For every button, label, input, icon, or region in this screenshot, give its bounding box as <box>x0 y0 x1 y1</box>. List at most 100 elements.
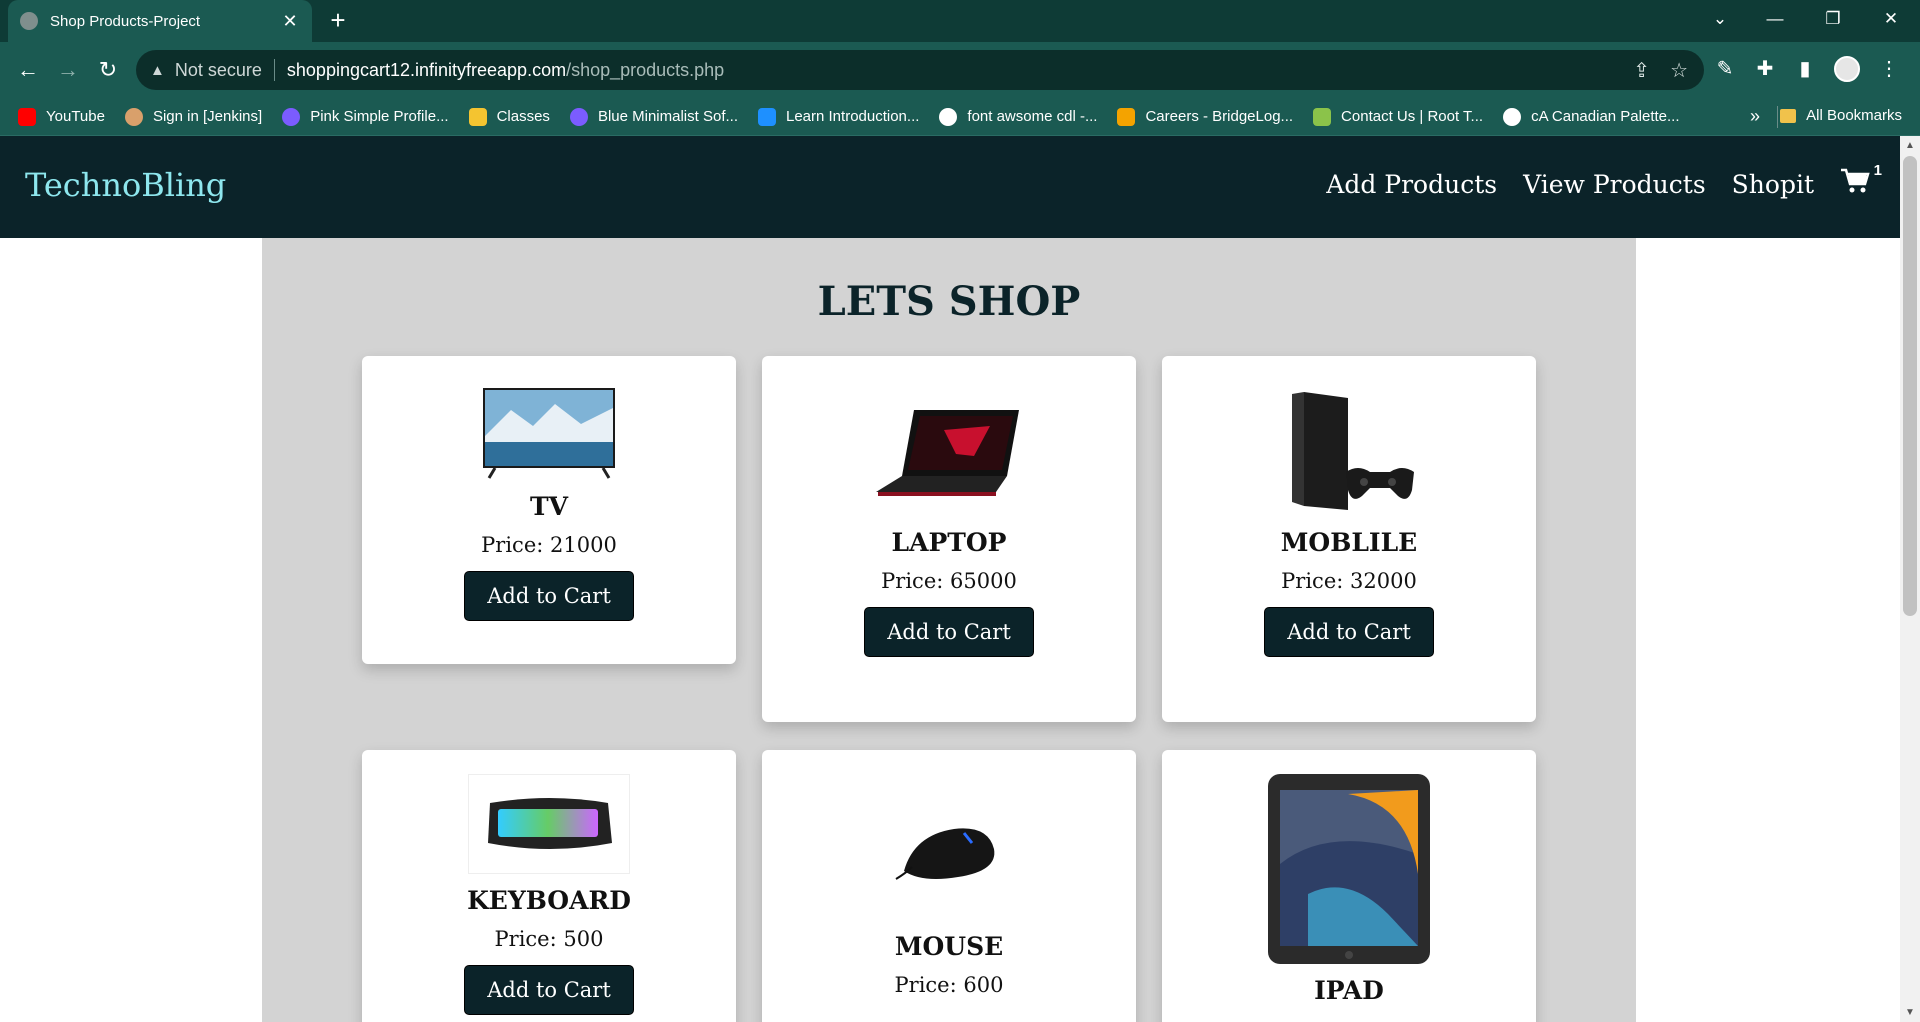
reload-icon[interactable]: ↻ <box>94 56 122 84</box>
toolbar-icons: ✎ ✚ ▮ ⋮ <box>1714 56 1920 82</box>
share-icon[interactable]: ⇪ <box>1633 58 1650 83</box>
bookmark-item[interactable]: Contact Us | Root T... <box>1313 107 1484 126</box>
divider <box>273 59 275 81</box>
product-card: MOUSE Price: 600 <box>762 750 1136 1022</box>
bookmark-item[interactable]: Sign in [Jenkins] <box>124 107 263 126</box>
product-name: TV <box>529 492 568 521</box>
bookmark-label: Contact Us | Root T... <box>1341 108 1484 125</box>
bookmark-label: YouTube <box>46 108 105 125</box>
bookmark-label: Careers - BridgeLog... <box>1145 108 1294 125</box>
url-path: /shop_products.php <box>566 59 725 80</box>
bookmark-item[interactable]: Careers - BridgeLog... <box>1117 107 1294 126</box>
all-bookmarks-label: All Bookmarks <box>1806 107 1902 124</box>
add-to-cart-button[interactable]: Add to Cart <box>464 571 634 621</box>
product-name: KEYBOARD <box>467 886 631 915</box>
products-container: LETS SHOP TV Price: 21000 Add to Cart LA… <box>262 238 1636 1022</box>
restore-button[interactable]: ❐ <box>1813 0 1853 38</box>
bookmark-label: Classes <box>496 108 550 125</box>
tab-title: Shop Products-Project <box>50 12 201 30</box>
scroll-up-icon[interactable]: ▲ <box>1905 140 1915 151</box>
canva-icon <box>569 107 588 126</box>
bridgelog-icon <box>1117 107 1136 126</box>
product-name: IPAD <box>1314 976 1384 1005</box>
extensions-icon[interactable]: ✚ <box>1754 56 1776 82</box>
side-panel-icon[interactable]: ▮ <box>1794 56 1816 82</box>
keyboard-image <box>468 774 630 874</box>
bookmark-label: Learn Introduction... <box>785 108 920 125</box>
product-name: MOBLILE <box>1280 528 1418 557</box>
add-to-cart-button[interactable]: Add to Cart <box>864 607 1034 657</box>
m-logo-icon <box>757 107 776 126</box>
scroll-down-icon[interactable]: ▼ <box>1905 1007 1915 1018</box>
product-name: MOUSE <box>894 932 1004 961</box>
bookmark-item[interactable]: cA Canadian Palette... <box>1503 107 1680 126</box>
menu-icon[interactable]: ⋮ <box>1878 56 1900 82</box>
product-name: LAPTOP <box>891 528 1007 557</box>
product-card: IPAD <box>1162 750 1536 1022</box>
google-icon <box>939 107 958 126</box>
youtube-icon <box>18 107 36 126</box>
globe-icon <box>20 12 38 30</box>
profile-avatar[interactable] <box>1834 56 1860 82</box>
add-to-cart-button[interactable]: Add to Cart <box>1264 607 1434 657</box>
all-bookmarks-button[interactable]: All Bookmarks <box>1780 107 1902 124</box>
bookmark-item[interactable]: font awsome cdl -... <box>939 107 1098 126</box>
bookmark-label: Sign in [Jenkins] <box>152 108 263 125</box>
page-title: LETS SHOP <box>817 278 1081 325</box>
forward-arrow-icon[interactable]: → <box>54 56 82 84</box>
page-scrollbar[interactable]: ▲ ▼ <box>1900 136 1920 1022</box>
address-bar-actions: ⇪ ☆ <box>1633 58 1688 83</box>
browser-tab[interactable]: Shop Products-Project ✕ <box>8 0 312 42</box>
ipad-image <box>1268 774 1430 964</box>
bookmark-item[interactable]: Blue Minimalist Sof... <box>569 107 738 126</box>
product-card: LAPTOP Price: 65000 Add to Cart <box>762 356 1136 722</box>
bookmark-label: font awsome cdl -... <box>967 108 1098 125</box>
bookmark-item[interactable]: Classes <box>468 107 550 126</box>
bookmark-label: Pink Simple Profile... <box>310 108 449 125</box>
laptop-image <box>874 386 1024 516</box>
brand-logo[interactable]: TechnoBling <box>25 166 226 204</box>
nav-add-products[interactable]: Add Products <box>1326 170 1497 199</box>
bookmark-item[interactable]: Learn Introduction... <box>757 107 920 126</box>
eyedropper-icon[interactable]: ✎ <box>1714 56 1736 82</box>
nav-view-products[interactable]: View Products <box>1523 170 1706 199</box>
close-window-button[interactable]: ✕ <box>1871 0 1911 38</box>
nav-links: Add Products View Products Shopit 1 <box>1326 162 1882 201</box>
bookmark-star-icon[interactable]: ☆ <box>1670 58 1688 83</box>
globe-icon <box>1503 107 1522 126</box>
site-navbar: TechnoBling Add Products View Products S… <box>0 136 1900 238</box>
cart-count-badge: 1 <box>1873 162 1882 179</box>
minimize-button[interactable]: — <box>1755 0 1795 38</box>
cart-button[interactable]: 1 <box>1840 162 1882 201</box>
product-price: Price: 32000 <box>1281 569 1417 593</box>
nav-shopit[interactable]: Shopit <box>1732 170 1814 199</box>
bookmark-item[interactable]: Pink Simple Profile... <box>282 107 449 126</box>
browser-tab-bar: Shop Products-Project ✕ + ⌄ — ❐ ✕ <box>0 0 1920 42</box>
warning-icon: ▲ <box>150 61 165 79</box>
not-secure-label[interactable]: Not secure <box>175 60 262 81</box>
product-card: KEYBOARD Price: 500 Add to Cart <box>362 750 736 1022</box>
new-tab-button[interactable]: + <box>324 6 352 34</box>
bookmark-label: cA Canadian Palette... <box>1531 108 1680 125</box>
url-host: shoppingcart12.infinityfreeapp.com <box>286 59 567 80</box>
product-price: Price: 600 <box>894 973 1004 997</box>
back-arrow-icon[interactable]: ← <box>14 56 42 84</box>
divider <box>1777 106 1778 128</box>
address-bar[interactable]: ▲ Not secure shoppingcart12.infinityfree… <box>136 50 1704 90</box>
product-price: Price: 65000 <box>881 569 1017 593</box>
more-bookmarks-icon[interactable]: » <box>1750 106 1760 127</box>
bookmarks-bar: YouTube Sign in [Jenkins] Pink Simple Pr… <box>0 98 1920 136</box>
page-viewport: TechnoBling Add Products View Products S… <box>0 136 1900 1022</box>
add-to-cart-button[interactable]: Add to Cart <box>464 965 634 1015</box>
tv-image <box>481 386 617 480</box>
classroom-icon <box>468 107 487 126</box>
product-price: Price: 500 <box>494 927 604 951</box>
close-tab-icon[interactable]: ✕ <box>280 11 300 32</box>
product-card: TV Price: 21000 Add to Cart <box>362 356 736 664</box>
scrollbar-thumb[interactable] <box>1903 156 1917 616</box>
tab-search-icon[interactable]: ⌄ <box>1700 0 1740 38</box>
jenkins-icon <box>124 107 143 126</box>
bookmark-item[interactable]: YouTube <box>18 107 105 126</box>
product-price: Price: 21000 <box>481 533 617 557</box>
product-card: MOBLILE Price: 32000 Add to Cart <box>1162 356 1536 722</box>
